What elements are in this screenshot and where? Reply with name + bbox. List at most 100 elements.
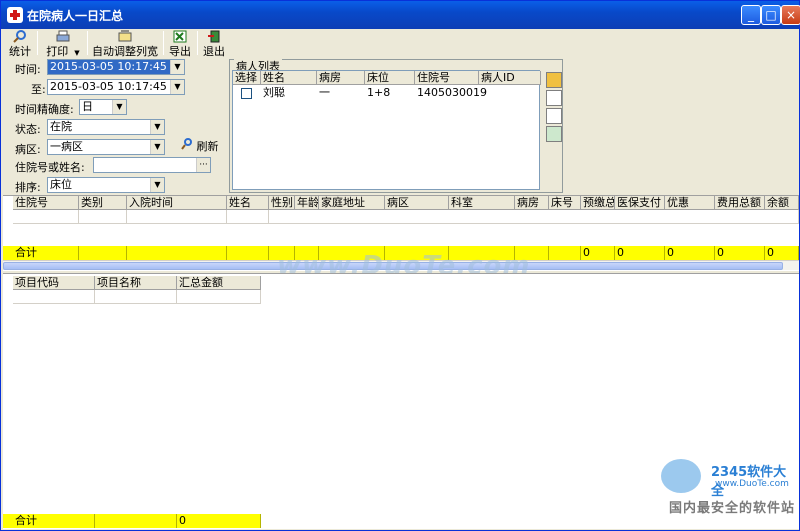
status-select[interactable]: 在院 ▼ bbox=[47, 119, 165, 135]
print-button[interactable]: 打印 ▼ bbox=[41, 29, 85, 58]
grid-cell[interactable] bbox=[127, 210, 227, 224]
app-cross-icon bbox=[7, 7, 23, 23]
select-all-icon[interactable] bbox=[546, 72, 562, 88]
col-header[interactable]: 科室 bbox=[449, 196, 515, 210]
exit-icon bbox=[208, 30, 220, 43]
sort-value: 床位 bbox=[50, 178, 72, 191]
sort-label: 排序: bbox=[15, 181, 41, 194]
col-header[interactable]: 病房 bbox=[515, 196, 549, 210]
patient-name: 刘聪 bbox=[263, 86, 285, 99]
total-discount: 0 bbox=[665, 246, 715, 260]
col-header[interactable]: 性别 bbox=[269, 196, 295, 210]
grid-cell[interactable] bbox=[177, 290, 261, 304]
window-title: 在院病人一日汇总 bbox=[27, 9, 124, 23]
excel-icon[interactable] bbox=[546, 126, 562, 142]
main-window: 在院病人一日汇总 _ □ × 统计 打印 ▼ 自动调整列宽 导出 退出 时间: … bbox=[0, 0, 800, 531]
grid-cell[interactable] bbox=[227, 210, 269, 224]
total-row: 合计 0 bbox=[3, 514, 261, 528]
chevron-down-icon[interactable]: ▼ bbox=[150, 140, 164, 154]
col-header[interactable]: 年龄 bbox=[295, 196, 319, 210]
stats-button[interactable]: 统计 bbox=[5, 29, 35, 58]
chevron-down-icon[interactable]: ▼ bbox=[150, 178, 164, 192]
total-prepay: 0 bbox=[581, 246, 615, 260]
total-insurance: 0 bbox=[615, 246, 665, 260]
col-header[interactable]: 余额 bbox=[765, 196, 799, 210]
print-dropdown-icon[interactable]: ▼ bbox=[74, 49, 79, 57]
toolbar-divider bbox=[87, 31, 88, 55]
grid-cell[interactable] bbox=[269, 210, 799, 224]
chevron-down-icon[interactable]: ▼ bbox=[170, 60, 184, 74]
to-label: 至: bbox=[31, 83, 46, 96]
ward-select[interactable]: 一病区 ▼ bbox=[47, 139, 165, 155]
col-header[interactable]: 床位 bbox=[365, 71, 415, 85]
maximize-button[interactable]: □ bbox=[761, 5, 781, 25]
col-header[interactable]: 病区 bbox=[385, 196, 449, 210]
status-value: 在院 bbox=[50, 120, 72, 133]
chevron-down-icon[interactable]: ▼ bbox=[150, 120, 164, 134]
exit-label: 退出 bbox=[203, 45, 225, 58]
mascot-icon bbox=[661, 459, 701, 493]
status-label: 状态: bbox=[15, 123, 41, 136]
precision-select[interactable]: 日 ▼ bbox=[79, 99, 127, 115]
time-from-value: 2015-03-05 10:17:45 bbox=[50, 60, 167, 73]
print-label: 打印 bbox=[46, 45, 69, 58]
time-to-picker[interactable]: 2015-03-05 10:17:45 ▼ bbox=[47, 79, 185, 95]
grid-cell[interactable] bbox=[13, 210, 79, 224]
col-header[interactable]: 住院号 bbox=[415, 71, 479, 85]
printer-icon bbox=[56, 30, 70, 42]
chevron-down-icon[interactable]: ▼ bbox=[170, 80, 184, 94]
col-header[interactable]: 项目名称 bbox=[95, 276, 177, 290]
grid-cell[interactable] bbox=[13, 290, 95, 304]
col-header[interactable]: 优惠 bbox=[665, 196, 715, 210]
chevron-down-icon[interactable]: ▼ bbox=[112, 100, 126, 114]
col-header[interactable]: 预缴总额 bbox=[581, 196, 615, 210]
export-label: 导出 bbox=[169, 45, 191, 58]
exit-button[interactable]: 退出 bbox=[201, 29, 227, 58]
minimize-button[interactable]: _ bbox=[741, 5, 761, 25]
close-button[interactable]: × bbox=[781, 5, 800, 25]
toolbar: 统计 打印 ▼ 自动调整列宽 导出 退出 bbox=[3, 29, 797, 58]
search-input[interactable]: ··· bbox=[93, 157, 211, 173]
sort-select[interactable]: 床位 ▼ bbox=[47, 177, 165, 193]
total-cell bbox=[95, 514, 177, 528]
refresh-label: 刷新 bbox=[196, 140, 219, 153]
total-cell bbox=[79, 246, 127, 260]
watermark-url: www.DuoTe.com bbox=[715, 479, 789, 489]
document-icon[interactable] bbox=[546, 108, 562, 124]
col-header[interactable]: 姓名 bbox=[261, 71, 317, 85]
total-label: 合计 bbox=[13, 514, 95, 528]
time-to-value: 2015-03-05 10:17:45 bbox=[50, 80, 167, 93]
select-checkbox[interactable] bbox=[241, 88, 252, 99]
grid-cell[interactable] bbox=[95, 290, 177, 304]
magnifier-icon bbox=[181, 138, 192, 150]
autofit-icon bbox=[118, 30, 132, 42]
ellipsis-icon[interactable]: ··· bbox=[196, 158, 210, 172]
export-button[interactable]: 导出 bbox=[167, 29, 193, 58]
stats-label: 统计 bbox=[9, 45, 31, 58]
autofit-button[interactable]: 自动调整列宽 bbox=[91, 29, 159, 58]
time-from-picker[interactable]: 2015-03-05 10:17:45 ▼ bbox=[47, 59, 185, 75]
col-header[interactable]: 汇总金额 bbox=[177, 276, 261, 290]
col-header[interactable]: 医保支付 bbox=[615, 196, 665, 210]
total-amount: 0 bbox=[177, 514, 261, 528]
col-header[interactable]: 入院时间 bbox=[127, 196, 227, 210]
col-header[interactable]: 住院号 bbox=[13, 196, 79, 210]
header-row: 项目代码 项目名称 汇总金额 bbox=[3, 276, 263, 290]
col-header[interactable]: 项目代码 bbox=[13, 276, 95, 290]
col-header[interactable]: 床号 bbox=[549, 196, 581, 210]
ward-value: 一病区 bbox=[50, 140, 83, 153]
col-header[interactable]: 家庭地址 bbox=[319, 196, 385, 210]
toolbar-divider bbox=[37, 31, 38, 55]
col-header[interactable]: 选择 bbox=[233, 71, 261, 85]
col-header[interactable]: 病房 bbox=[317, 71, 365, 85]
total-fee: 0 bbox=[715, 246, 765, 260]
col-header[interactable]: 姓名 bbox=[227, 196, 269, 210]
list-icon[interactable] bbox=[546, 90, 562, 106]
precision-label: 时间精确度: bbox=[15, 103, 74, 116]
grid-cell[interactable] bbox=[79, 210, 127, 224]
col-header[interactable]: 类别 bbox=[79, 196, 127, 210]
refresh-button[interactable]: 刷新 bbox=[181, 138, 219, 154]
col-header[interactable]: 病人ID bbox=[479, 71, 541, 85]
autofit-label: 自动调整列宽 bbox=[92, 45, 158, 58]
col-header[interactable]: 费用总额 bbox=[715, 196, 765, 210]
